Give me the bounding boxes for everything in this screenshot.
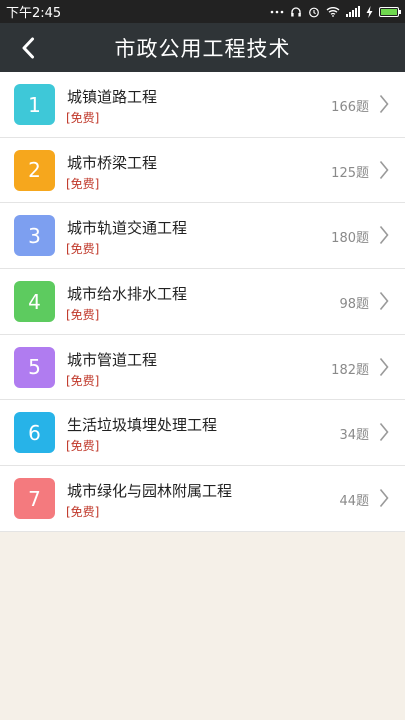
number-badge: 6: [14, 412, 55, 454]
status-time: 下午2:45: [6, 6, 62, 21]
item-title: 城市绿化与园林附属工程: [67, 482, 233, 501]
free-tag: [免费]: [66, 373, 100, 388]
list-item[interactable]: 4 城市给水排水工程 [免费] 98题: [0, 269, 405, 335]
back-button[interactable]: [8, 23, 48, 72]
chevron-right-icon: [379, 94, 389, 114]
list-item[interactable]: 2 城市桥梁工程 [免费] 125题: [0, 138, 405, 204]
headset-icon: [290, 6, 302, 18]
question-count: 180题: [331, 231, 369, 247]
signal-icon: [346, 6, 360, 17]
number-badge: 4: [14, 281, 55, 323]
number-badge: 7: [14, 478, 55, 520]
item-title: 生活垃圾填埋处理工程: [67, 416, 218, 435]
chevron-right-icon: [379, 357, 389, 376]
status-icons: [270, 5, 401, 18]
question-count: 34题: [339, 428, 369, 444]
free-tag: [免费]: [66, 176, 100, 191]
chevron-right-icon: [379, 292, 389, 311]
item-title: 城市桥梁工程: [67, 153, 158, 172]
free-tag: [免费]: [66, 439, 100, 454]
battery-icon: [379, 6, 401, 17]
title-bar: 市政公用工程技术: [0, 23, 405, 72]
list-item[interactable]: 7 城市绿化与园林附属工程 [免费] 44题: [0, 466, 405, 532]
alarm-icon: [308, 6, 320, 18]
question-count: 182题: [331, 362, 369, 378]
chevron-left-icon: [22, 37, 34, 58]
list-item[interactable]: 1 城镇道路工程 [免费] 166题: [0, 72, 405, 138]
question-count: 98题: [339, 297, 369, 313]
chevron-right-icon: [379, 423, 389, 442]
status-bar: 下午2:45: [0, 0, 405, 23]
chevron-right-icon: [379, 226, 389, 245]
number-badge: 1: [14, 84, 55, 125]
list-item[interactable]: 5 城市管道工程 [免费] 182题: [0, 335, 405, 401]
free-tag: [免费]: [66, 505, 100, 520]
free-tag: [免费]: [66, 111, 100, 125]
page-title: 市政公用工程技术: [114, 36, 291, 61]
chevron-right-icon: [379, 489, 389, 508]
course-list: 1 城镇道路工程 [免费] 166题 2 城市桥梁工程 [免费] 125题 3 …: [0, 72, 405, 532]
charging-icon: [366, 5, 373, 18]
list-item[interactable]: 6 生活垃圾填埋处理工程 [免费] 34题: [0, 400, 405, 467]
number-badge: 2: [14, 149, 55, 191]
item-title: 城镇道路工程: [67, 88, 158, 106]
question-count: 44题: [339, 494, 369, 510]
item-title: 城市轨道交通工程: [67, 219, 188, 238]
free-tag: [免费]: [66, 242, 100, 257]
free-tag: [免费]: [66, 308, 100, 323]
number-badge: 3: [14, 215, 55, 257]
item-title: 城市管道工程: [67, 350, 158, 369]
wifi-icon: [326, 6, 340, 17]
question-count: 166题: [331, 100, 369, 115]
number-badge: 5: [14, 346, 55, 388]
list-item[interactable]: 3 城市轨道交通工程 [免费] 180题: [0, 203, 405, 270]
item-title: 城市给水排水工程: [67, 285, 188, 304]
more-dots-icon: [270, 10, 284, 14]
question-count: 125题: [331, 165, 369, 181]
chevron-right-icon: [379, 160, 389, 179]
